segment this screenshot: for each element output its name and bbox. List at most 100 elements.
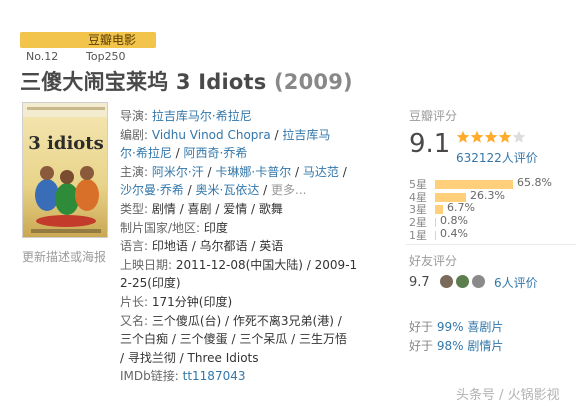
- cast-link-4[interactable]: 沙尔曼·乔希: [120, 183, 184, 197]
- rating-row-label: 1星: [409, 228, 427, 242]
- country-value: 印度: [203, 220, 228, 235]
- friend-avatar[interactable]: [472, 275, 485, 288]
- aka-label: 又名:: [120, 313, 149, 328]
- rating-row-percent: 0.4%: [440, 226, 468, 240]
- writer-link-2a[interactable]: 拉吉库马: [282, 128, 330, 142]
- aka-value-3: / 寻找兰彻 / Three Idiots: [120, 350, 259, 365]
- cast-link-5[interactable]: 奥米·瓦依达: [196, 183, 260, 197]
- rating-row: 2星 0.8%: [409, 214, 587, 229]
- star-icon: [484, 130, 498, 143]
- rating-row: 1星 0.4%: [409, 226, 587, 242]
- release-line: 上映日期: 2011-12-08(中国大陆) / 2009-1: [120, 256, 390, 275]
- half-star-icon: [512, 130, 526, 143]
- imdb-link[interactable]: tt1187043: [183, 369, 246, 383]
- cast-line: 主演: 阿米尔·汗 / 卡琳娜·卡普尔 / 马达范 /: [120, 164, 347, 179]
- friends-score: 9.7: [409, 275, 430, 290]
- writer-link-3[interactable]: 阿西奇·乔希: [184, 146, 248, 160]
- genre-label: 类型:: [120, 201, 149, 216]
- rating-row-percent: 26.3%: [470, 188, 505, 202]
- poster-title-text: 3 idiots: [28, 133, 104, 154]
- rating-bar: [435, 218, 436, 228]
- title-text: 三傻大闹宝莱坞 3 Idiots: [20, 70, 267, 94]
- friend-avatar[interactable]: [456, 275, 469, 288]
- director-link[interactable]: 拉吉库马尔·希拉尼: [152, 109, 252, 123]
- cast-label: 主演:: [120, 164, 149, 179]
- aka-value-1: 三个傻瓜(台) / 作死不离3兄弟(港) /: [151, 313, 342, 328]
- watermark: 头条号 / 火锅影视: [456, 388, 560, 403]
- better-category-link[interactable]: 剧情片: [467, 339, 503, 353]
- country-line: 制片国家/地区: 印度: [120, 219, 390, 238]
- better-prefix: 好于: [409, 339, 434, 353]
- rating-bar: [435, 180, 513, 189]
- votes-link[interactable]: 632122人评价: [456, 149, 538, 166]
- rating-stars: [456, 129, 526, 148]
- language-line: 语言: 印地语 / 乌尔都语 / 英语: [120, 237, 390, 256]
- imdb-line: IMDb链接: tt1187043: [120, 367, 390, 386]
- rating-distribution: 5星 65.8% 4星 26.3% 3星 6.7% 2星 0.8% 1星 0.4%: [409, 176, 587, 242]
- friends-rating-heading: 好友评分: [409, 254, 458, 268]
- rating-panel: 豆瓣评分 9.1 632122人评价 5星 65.8% 4星 26.3% 3星 6.7% 2…: [409, 107, 587, 242]
- star-icon: [470, 130, 484, 143]
- badge-label: 豆瓣电影: [88, 33, 137, 47]
- writer-link-1[interactable]: Vidhu Vinod Chopra: [152, 128, 271, 142]
- divider: [406, 244, 576, 245]
- rating-bar: [435, 205, 443, 215]
- length-label: 片长:: [120, 294, 149, 309]
- movie-poster[interactable]: 3 idiots: [22, 102, 108, 238]
- cast-line-2: 沙尔曼·乔希 / 奥米·瓦依达 / 更多...: [120, 183, 307, 198]
- release-value-2: 2-25(印度): [120, 276, 181, 291]
- language-values: 印地语 / 乌尔都语 / 英语: [151, 239, 284, 254]
- cast-link-1[interactable]: 阿米尔·汗: [152, 165, 204, 179]
- release-line-2: 2-25(印度): [120, 274, 390, 293]
- poster-image: 3 idiots: [23, 103, 107, 237]
- aka-line: 又名: 三个傻瓜(台) / 作死不离3兄弟(港) /: [120, 312, 390, 331]
- director-line: 导演: 拉吉库马尔·希拉尼: [120, 107, 390, 126]
- star-icon: [498, 130, 512, 143]
- movie-year: (2009): [273, 70, 353, 94]
- better-prefix: 好于: [409, 320, 434, 334]
- rating-row: 4星 26.3%: [409, 188, 587, 204]
- release-label: 上映日期:: [120, 257, 173, 272]
- rating-heading: 豆瓣评分: [409, 109, 458, 123]
- friend-avatar[interactable]: [440, 275, 453, 288]
- rating-row-percent: 65.8%: [517, 176, 552, 189]
- cast-link-3[interactable]: 马达范: [303, 165, 339, 179]
- rating-row-percent: 6.7%: [447, 201, 475, 215]
- writer-label: 编剧:: [120, 127, 149, 142]
- writer-link-2b[interactable]: 尔·希拉尼: [120, 146, 172, 160]
- movie-title: 三傻大闹宝莱坞 3 Idiots (2009): [20, 66, 353, 96]
- writer-line-2: 尔·希拉尼 / 阿西奇·乔希: [120, 146, 248, 161]
- rank-list-name[interactable]: Top250: [86, 50, 126, 63]
- writer-line: 编剧: Vidhu Vinod Chopra / 拉吉库马: [120, 127, 331, 142]
- imdb-label: IMDb链接:: [120, 369, 179, 384]
- genre-line: 类型: 剧情 / 喜剧 / 爱情 / 歌舞: [120, 200, 390, 219]
- friends-count-link[interactable]: 6人评价: [494, 274, 538, 291]
- movie-info: 导演: 拉吉库马尔·希拉尼 编剧: Vidhu Vinod Chopra / 拉…: [120, 107, 390, 386]
- cast-link-2[interactable]: 卡琳娜·卡普尔: [215, 165, 291, 179]
- country-label: 制片国家/地区:: [120, 220, 201, 235]
- rating-row-percent: 0.8%: [440, 214, 468, 228]
- cast-more-link[interactable]: 更多...: [271, 183, 306, 197]
- star-icon: [456, 130, 470, 143]
- star-icons: [456, 130, 526, 143]
- rating-bar: [435, 192, 466, 202]
- aka-line-2: 三个白痴 / 三个傻蛋 / 三个呆瓜 / 三生万悟: [120, 330, 390, 349]
- language-label: 语言:: [120, 239, 149, 254]
- better-than-drama: 好于 98% 剧情片: [409, 337, 503, 354]
- genre-values: 剧情 / 喜剧 / 爱情 / 歌舞: [151, 201, 283, 216]
- rating-bar: [435, 230, 436, 240]
- better-category-link[interactable]: 喜剧片: [467, 320, 503, 334]
- rating-score: 9.1: [409, 129, 451, 159]
- better-than-comedy: 好于 99% 喜剧片: [409, 318, 503, 335]
- aka-line-3: / 寻找兰彻 / Three Idiots: [120, 349, 390, 368]
- aka-value-2: 三个白痴 / 三个傻蛋 / 三个呆瓜 / 三生万悟: [120, 332, 348, 347]
- better-pct-link[interactable]: 99%: [437, 320, 464, 334]
- length-line: 片长: 171分钟(印度): [120, 293, 390, 312]
- release-value-1: 2011-12-08(中国大陆) / 2009-1: [175, 257, 358, 272]
- rank-number: No.12: [26, 50, 59, 63]
- better-pct-link[interactable]: 98%: [437, 339, 464, 353]
- rating-row: 3星 6.7%: [409, 201, 587, 216]
- length-value: 171分钟(印度): [151, 294, 233, 309]
- update-poster-link[interactable]: 更新描述或海报: [22, 248, 106, 265]
- director-label: 导演:: [120, 109, 149, 123]
